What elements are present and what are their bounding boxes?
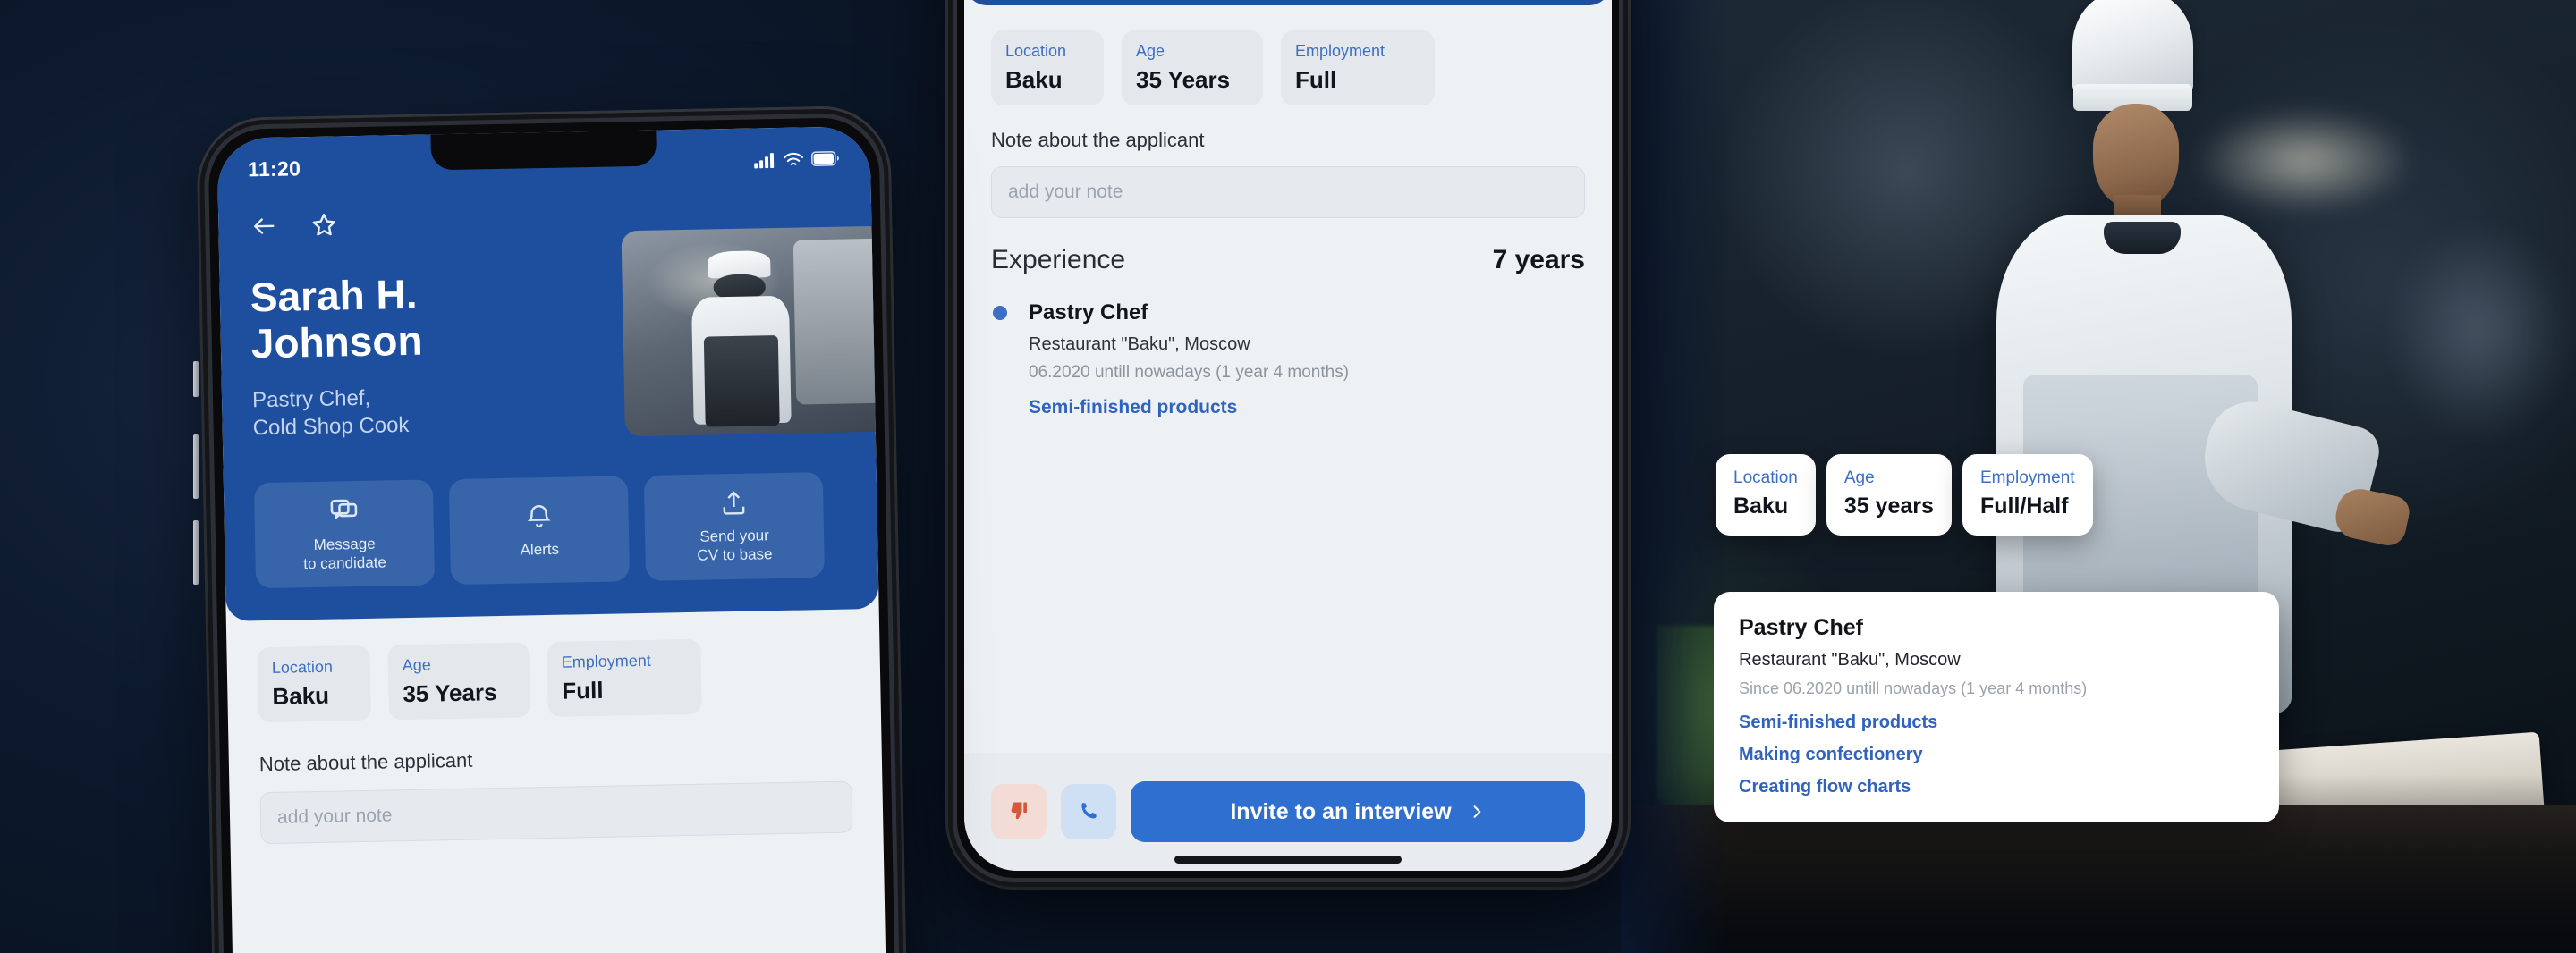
left-info-chips: Location Baku Age 35 Years Employment Fu… [226, 609, 881, 723]
center-hero-section: Message to candidate Alerts [964, 0, 1612, 5]
action-send-cv-label: Send your CV to base [697, 527, 773, 565]
dislike-button[interactable] [991, 784, 1046, 839]
kitchen-light-highlight-secondary [2390, 223, 2569, 438]
overlay-card-employer: Restaurant "Baku", Moscow [1739, 650, 1961, 670]
status-bar-time: 11:20 [247, 156, 301, 181]
star-outline-icon[interactable] [309, 210, 339, 240]
call-button[interactable] [1061, 784, 1116, 839]
wifi-icon [783, 151, 804, 167]
center-note-title: Note about the applicant [991, 129, 1205, 151]
left-chip-age-value: 35 Years [402, 679, 497, 708]
left-action-buttons: Message to candidate Alerts Send your CV… [253, 472, 848, 589]
left-chip-location-value: Baku [272, 682, 330, 711]
left-phone-mockup: 11:20 Sarah H. Johnson Pastry Chef, Cold… [199, 107, 907, 953]
overlay-chip-location-label: Location [1733, 468, 1798, 487]
left-note-input[interactable]: add your note [259, 780, 853, 845]
left-phone-volume-down[interactable] [193, 520, 199, 585]
center-chip-age[interactable]: Age 35 Years [1122, 30, 1263, 105]
center-note-input[interactable]: add your note [991, 166, 1585, 218]
center-experience-section: Experience 7 years Pastry Chef Restauran… [964, 218, 1612, 418]
overlay-info-chips: Location Baku Age 35 years Employment Fu… [1716, 454, 2093, 536]
photo-left-feather [1621, 0, 1728, 953]
left-candidate-photo[interactable] [621, 225, 889, 437]
overlay-card-skill[interactable]: Making confectionery [1739, 745, 2254, 765]
left-hero-section: 11:20 Sarah H. Johnson Pastry Chef, Cold… [216, 125, 889, 622]
timeline-dot-icon [993, 306, 1007, 320]
center-note-section: Note about the applicant add your note [964, 105, 1612, 218]
left-chip-location[interactable]: Location Baku [257, 645, 371, 723]
action-alerts[interactable]: Alerts [448, 476, 631, 586]
center-chip-location[interactable]: Location Baku [991, 30, 1104, 105]
overlay-card-job-title: Pastry Chef [1739, 615, 1863, 640]
action-message-to-candidate[interactable]: Message to candidate [253, 479, 436, 589]
left-chip-location-label: Location [271, 658, 334, 678]
left-chip-age[interactable]: Age 35 Years [387, 642, 530, 721]
chef-neckerchief [2104, 222, 2181, 254]
thumbs-down-icon [1006, 799, 1031, 824]
overlay-card-dates: Since 06.2020 untill nowadays (1 year 4 … [1739, 679, 2088, 697]
center-experience-dates: 06.2020 untill nowadays (1 year 4 months… [1029, 363, 1350, 382]
left-phone-notch [430, 130, 657, 171]
center-experience-total: 7 years [1492, 245, 1585, 274]
left-candidate-name: Sarah H. Johnson [250, 270, 423, 367]
status-bar-indicators [754, 150, 840, 168]
action-message-label: Message to candidate [303, 535, 387, 573]
upload-icon [719, 489, 749, 519]
left-chip-employment-value: Full [562, 677, 604, 705]
overlay-chip-employment[interactable]: Employment Full/Half [1962, 454, 2093, 536]
cellular-signal-icon [754, 152, 775, 168]
center-experience-employer: Restaurant "Baku", Moscow [1029, 334, 1250, 354]
overlay-chip-employment-value: Full/Half [1979, 493, 2069, 519]
center-bottom-action-bar: Invite to an interview [964, 753, 1612, 871]
left-chip-employment[interactable]: Employment Full [547, 639, 702, 718]
left-chip-age-label: Age [402, 655, 432, 675]
overlay-chip-location-value: Baku [1733, 493, 1789, 519]
overlay-card-skill[interactable]: Creating flow charts [1739, 777, 2254, 797]
center-chip-employment-value: Full [1295, 66, 1337, 93]
action-send-cv[interactable]: Send your CV to base [643, 472, 826, 582]
chevron-right-icon [1468, 803, 1486, 821]
center-chip-location-value: Baku [1005, 66, 1063, 93]
overlay-card-skill[interactable]: Semi-finished products [1739, 713, 2254, 733]
center-experience-item: Pastry Chef Restaurant "Baku", Moscow 06… [991, 300, 1585, 418]
center-phone-mockup: Message to candidate Alerts [948, 0, 1628, 887]
left-chip-employment-label: Employment [561, 652, 651, 672]
overlay-chip-employment-label: Employment [1979, 468, 2075, 487]
center-experience-job-title: Pastry Chef [1029, 300, 1148, 325]
center-chip-location-label: Location [1005, 42, 1067, 60]
invite-to-interview-button[interactable]: Invite to an interview [1131, 781, 1585, 842]
center-experience-skill[interactable]: Semi-finished products [1029, 397, 1585, 418]
center-info-chips: Location Baku Age 35 Years Employment Fu… [964, 5, 1612, 105]
left-phone-mute-switch[interactable] [193, 361, 199, 397]
center-chip-employment[interactable]: Employment Full [1281, 30, 1435, 105]
message-icon [328, 495, 360, 527]
center-phone-screen: Message to candidate Alerts [964, 0, 1612, 871]
photo-chef-apron [703, 334, 780, 427]
back-arrow-icon[interactable] [249, 213, 280, 240]
bell-icon [524, 502, 554, 532]
left-note-section: Note about the applicant add your note [228, 711, 883, 845]
overlay-chip-age[interactable]: Age 35 years [1826, 454, 1952, 536]
phone-icon [1076, 799, 1101, 824]
overlay-chip-age-value: 35 years [1843, 493, 1934, 519]
overlay-chip-age-label: Age [1843, 468, 1875, 487]
left-phone-volume-up[interactable] [193, 434, 199, 499]
center-chip-employment-label: Employment [1295, 42, 1385, 60]
chef-hat [2072, 0, 2193, 93]
overlay-chip-location[interactable]: Location Baku [1716, 454, 1816, 536]
center-chip-age-label: Age [1136, 42, 1165, 60]
overlay-experience-card: Pastry Chef Restaurant "Baku", Moscow Si… [1714, 592, 2279, 822]
center-experience-header: Experience 7 years [991, 245, 1585, 275]
center-home-indicator [1174, 856, 1402, 864]
center-experience-heading: Experience [991, 245, 1126, 274]
invite-to-interview-label: Invite to an interview [1230, 798, 1452, 824]
overlay-card-skill-list: Semi-finished products Making confection… [1739, 713, 2254, 797]
left-note-title: Note about the applicant [258, 749, 473, 776]
chef-head [2093, 104, 2179, 207]
action-alerts-label: Alerts [520, 540, 560, 559]
left-phone-screen: 11:20 Sarah H. Johnson Pastry Chef, Cold… [216, 125, 889, 953]
battery-icon [810, 151, 840, 167]
center-chip-age-value: 35 Years [1136, 66, 1231, 93]
photo-kitchen-equipment [792, 237, 889, 405]
